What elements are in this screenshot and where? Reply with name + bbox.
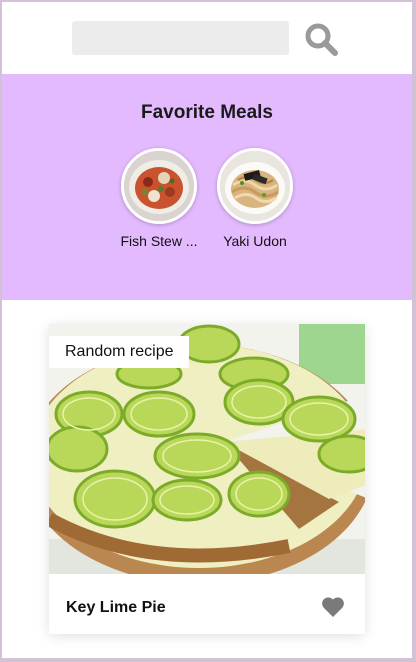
favorite-meals-section: Favorite Meals Fish Stew ... Yaki Udon xyxy=(2,74,412,300)
app-container: Favorite Meals Fish Stew ... Yaki Udon R… xyxy=(2,2,412,658)
search-icon xyxy=(305,23,338,56)
favorites-title: Favorite Meals xyxy=(141,102,273,123)
meal-body: Key Lime Pie xyxy=(49,574,365,634)
header xyxy=(2,2,412,74)
favorite-meal-label: Yaki Udon xyxy=(223,233,287,249)
search-button[interactable] xyxy=(302,21,342,57)
favorite-meal-item[interactable]: Fish Stew ... xyxy=(116,148,202,249)
favorite-meal-image xyxy=(121,148,197,224)
heart-icon xyxy=(322,597,344,617)
favorite-meal-item[interactable]: Yaki Udon xyxy=(212,148,298,249)
favorite-meal-image xyxy=(217,148,293,224)
meal-name: Key Lime Pie xyxy=(66,599,166,616)
favorite-button[interactable] xyxy=(321,596,345,618)
meal-image: Random recipe xyxy=(49,324,365,574)
random-recipe-badge: Random recipe xyxy=(49,336,189,368)
search-input[interactable] xyxy=(72,21,289,55)
favorite-meal-label: Fish Stew ... xyxy=(120,233,198,249)
random-meal-card[interactable]: Random recipe Key Lime Pie xyxy=(49,324,365,634)
